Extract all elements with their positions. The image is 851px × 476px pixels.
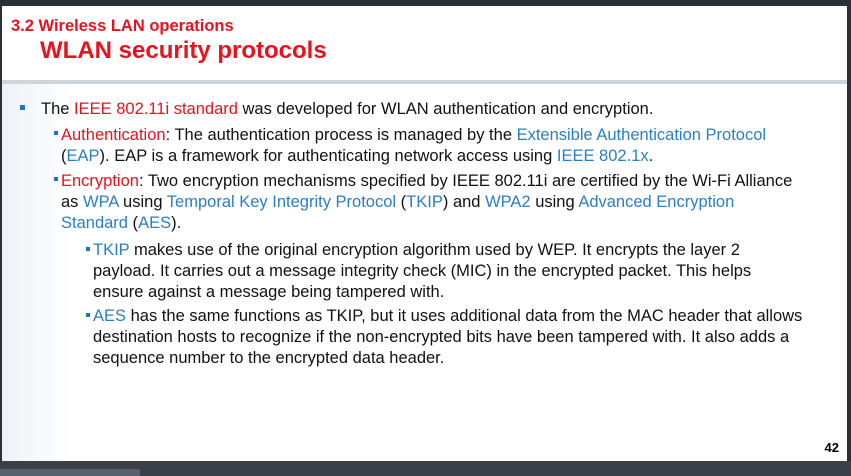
bullet-text: using xyxy=(118,193,167,211)
bullet-marker xyxy=(54,177,58,181)
bullet-marker xyxy=(20,105,25,110)
bullet-text: ). EAP is a framework for authenticating… xyxy=(99,147,557,165)
term-extensible-authentication-protocol: Extensible Authentication Protocol xyxy=(516,126,767,144)
term-aes: AES xyxy=(93,307,127,325)
term-tkip: TKIP xyxy=(406,193,443,211)
bullet-text: using xyxy=(530,193,579,211)
term-authentication: Authentication xyxy=(61,126,166,144)
bullet-marker xyxy=(54,131,58,135)
section-heading: 3.2 Wireless LAN operations xyxy=(11,17,234,35)
term-temporal-key-integrity-protocol: Temporal Key Integrity Protocol xyxy=(166,193,397,211)
bullet-text: has the same functions as TKIP, but it u… xyxy=(93,307,803,367)
bullet-text: ). xyxy=(171,214,182,232)
bullet-text: ( xyxy=(396,193,407,211)
term-ieee-80211i: IEEE 802.11i standard xyxy=(74,100,238,118)
term-tkip: TKIP xyxy=(93,241,130,259)
slide: 3.2 Wireless LAN operations WLAN securit… xyxy=(2,6,847,461)
bullet-marker xyxy=(86,247,90,251)
bullet-text: : The authentication process is managed … xyxy=(165,126,517,144)
bullet-authentication: Authentication: The authentication proce… xyxy=(61,125,831,167)
slide-body: The IEEE 802.11i standard was developed … xyxy=(2,84,847,461)
bullet-text: The xyxy=(41,100,75,118)
term-wpa2: WPA2 xyxy=(485,193,531,211)
page-number: 42 xyxy=(824,440,839,455)
bullet-text: ( xyxy=(127,214,139,232)
term-encryption: Encryption xyxy=(61,172,139,190)
bullet-encryption: Encryption: Two encryption mechanisms sp… xyxy=(61,171,801,234)
term-aes: AES xyxy=(138,214,172,232)
bottom-bar xyxy=(0,461,851,476)
term-ieee-8021x: IEEE 802.1x xyxy=(556,147,649,165)
bullet-text: was developed for WLAN authentication an… xyxy=(237,100,654,118)
bullet-text: makes use of the original encryption alg… xyxy=(93,241,752,301)
bullet-marker xyxy=(86,313,90,317)
bullet-ieee-80211i: The IEEE 802.11i standard was developed … xyxy=(41,99,821,120)
term-wpa: WPA xyxy=(83,193,119,211)
bullet-text: . xyxy=(648,147,654,165)
bottom-bar-strip xyxy=(0,469,140,476)
bullet-text: ) and xyxy=(442,193,486,211)
bullet-tkip: TKIP makes use of the original encryptio… xyxy=(93,240,793,303)
bullet-aes: AES has the same functions as TKIP, but … xyxy=(93,306,838,369)
slide-title: WLAN security protocols xyxy=(40,37,327,64)
slide-header: 3.2 Wireless LAN operations WLAN securit… xyxy=(2,6,847,84)
term-eap: EAP xyxy=(66,147,100,165)
